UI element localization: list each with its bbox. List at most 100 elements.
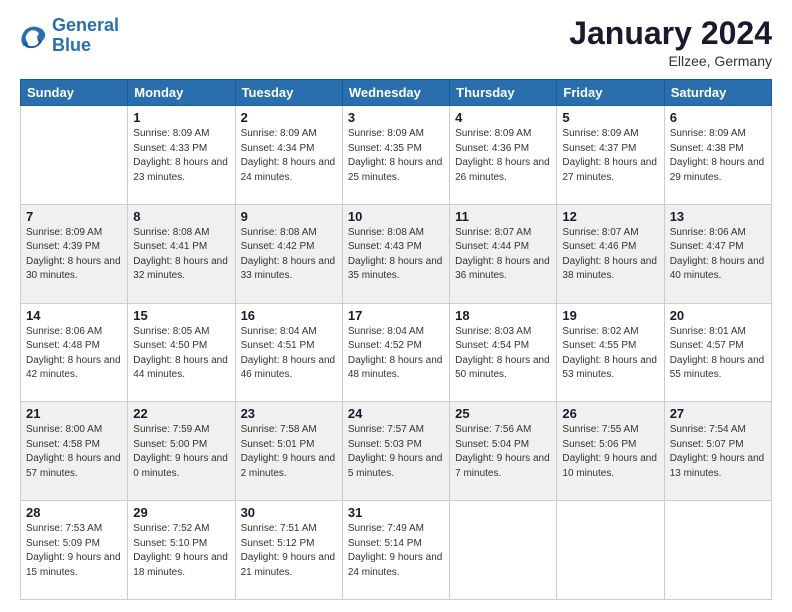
logo: General Blue [20,16,119,56]
table-cell: 20 Sunrise: 8:01 AM Sunset: 4:57 PM Dayli… [664,303,771,402]
cell-info: Sunrise: 8:09 AM Sunset: 4:36 PM Dayligh… [455,127,551,185]
col-monday: Monday [128,80,235,106]
cell-date: 15 [133,308,229,323]
cell-info: Sunrise: 7:57 AM Sunset: 5:03 PM Dayligh… [348,423,444,481]
cell-date: 9 [241,209,337,224]
cell-info: Sunrise: 7:59 AM Sunset: 5:00 PM Dayligh… [133,423,229,481]
col-friday: Friday [557,80,664,106]
cell-info: Sunrise: 8:03 AM Sunset: 4:54 PM Dayligh… [455,325,551,383]
table-cell: 11 Sunrise: 8:07 AM Sunset: 4:44 PM Dayli… [450,204,557,303]
logo-icon [20,22,48,50]
col-saturday: Saturday [664,80,771,106]
cell-date: 6 [670,110,766,125]
table-cell [450,501,557,600]
cell-date: 17 [348,308,444,323]
cell-date: 24 [348,406,444,421]
cell-date: 10 [348,209,444,224]
cell-date: 29 [133,505,229,520]
table-cell: 7 Sunrise: 8:09 AM Sunset: 4:39 PM Daylig… [21,204,128,303]
table-cell: 29Sunrise: 7:52 AM Sunset: 5:10 PM Dayli… [128,501,235,600]
table-cell: 22 Sunrise: 7:59 AM Sunset: 5:00 PM Dayli… [128,402,235,501]
cell-info: Sunrise: 8:09 AM Sunset: 4:39 PM Dayligh… [26,226,122,284]
cell-info: Sunrise: 8:07 AM Sunset: 4:44 PM Dayligh… [455,226,551,284]
cell-date: 28 [26,505,122,520]
cell-info: Sunrise: 8:09 AM Sunset: 4:38 PM Dayligh… [670,127,766,185]
cell-info: Sunrise: 8:09 AM Sunset: 4:37 PM Dayligh… [562,127,658,185]
table-cell: 17 Sunrise: 8:04 AM Sunset: 4:52 PM Dayli… [342,303,449,402]
table-cell: 30Sunrise: 7:51 AM Sunset: 5:12 PM Dayli… [235,501,342,600]
cell-info: Sunrise: 7:54 AM Sunset: 5:07 PM Dayligh… [670,423,766,481]
header: General Blue January 2024 Ellzee, German… [20,16,772,69]
cell-date: 8 [133,209,229,224]
cell-date: 21 [26,406,122,421]
cell-date: 26 [562,406,658,421]
table-cell: 6 Sunrise: 8:09 AM Sunset: 4:38 PM Daylig… [664,106,771,205]
cell-info: Sunrise: 8:02 AM Sunset: 4:55 PM Dayligh… [562,325,658,383]
cell-date: 22 [133,406,229,421]
table-cell: 3Sunrise: 8:09 AM Sunset: 4:35 PM Daylig… [342,106,449,205]
cell-date: 18 [455,308,551,323]
table-cell: 28 Sunrise: 7:53 AM Sunset: 5:09 PM Dayli… [21,501,128,600]
cell-info: Sunrise: 8:04 AM Sunset: 4:51 PM Dayligh… [241,325,337,383]
cell-info: Sunrise: 7:51 AM Sunset: 5:12 PM Dayligh… [241,522,337,580]
month-title: January 2024 [569,16,772,51]
table-cell: 13 Sunrise: 8:06 AM Sunset: 4:47 PM Dayli… [664,204,771,303]
table-cell: 12Sunrise: 8:07 AM Sunset: 4:46 PM Dayli… [557,204,664,303]
cell-date: 25 [455,406,551,421]
cell-date: 16 [241,308,337,323]
table-cell: 16 Sunrise: 8:04 AM Sunset: 4:51 PM Dayli… [235,303,342,402]
table-cell: 15 Sunrise: 8:05 AM Sunset: 4:50 PM Dayli… [128,303,235,402]
calendar-row: 7 Sunrise: 8:09 AM Sunset: 4:39 PM Daylig… [21,204,772,303]
table-cell: 19 Sunrise: 8:02 AM Sunset: 4:55 PM Dayli… [557,303,664,402]
cell-info: Sunrise: 8:09 AM Sunset: 4:34 PM Dayligh… [241,127,337,185]
logo-text: General Blue [52,16,119,56]
table-cell: 26Sunrise: 7:55 AM Sunset: 5:06 PM Dayli… [557,402,664,501]
table-cell: 4Sunrise: 8:09 AM Sunset: 4:36 PM Daylig… [450,106,557,205]
calendar-row: 1Sunrise: 8:09 AM Sunset: 4:33 PM Daylig… [21,106,772,205]
cell-info: Sunrise: 8:09 AM Sunset: 4:33 PM Dayligh… [133,127,229,185]
cell-info: Sunrise: 8:04 AM Sunset: 4:52 PM Dayligh… [348,325,444,383]
cell-date: 11 [455,209,551,224]
cell-date: 3 [348,110,444,125]
cell-info: Sunrise: 8:00 AM Sunset: 4:58 PM Dayligh… [26,423,122,481]
table-cell: 31Sunrise: 7:49 AM Sunset: 5:14 PM Dayli… [342,501,449,600]
cell-info: Sunrise: 8:05 AM Sunset: 4:50 PM Dayligh… [133,325,229,383]
calendar-row: 14 Sunrise: 8:06 AM Sunset: 4:48 PM Dayli… [21,303,772,402]
cell-info: Sunrise: 8:01 AM Sunset: 4:57 PM Dayligh… [670,325,766,383]
table-cell [557,501,664,600]
table-cell: 27 Sunrise: 7:54 AM Sunset: 5:07 PM Dayli… [664,402,771,501]
calendar-table: Sunday Monday Tuesday Wednesday Thursday… [20,79,772,600]
cell-date: 5 [562,110,658,125]
page: General Blue January 2024 Ellzee, German… [0,0,792,612]
table-cell: 2 Sunrise: 8:09 AM Sunset: 4:34 PM Daylig… [235,106,342,205]
table-cell: 24 Sunrise: 7:57 AM Sunset: 5:03 PM Dayli… [342,402,449,501]
cell-info: Sunrise: 8:08 AM Sunset: 4:43 PM Dayligh… [348,226,444,284]
cell-info: Sunrise: 8:06 AM Sunset: 4:48 PM Dayligh… [26,325,122,383]
table-cell: 1Sunrise: 8:09 AM Sunset: 4:33 PM Daylig… [128,106,235,205]
cell-date: 20 [670,308,766,323]
location: Ellzee, Germany [569,53,772,69]
header-row: Sunday Monday Tuesday Wednesday Thursday… [21,80,772,106]
cell-date: 13 [670,209,766,224]
table-cell: 8Sunrise: 8:08 AM Sunset: 4:41 PM Daylig… [128,204,235,303]
cell-info: Sunrise: 7:53 AM Sunset: 5:09 PM Dayligh… [26,522,122,580]
cell-date: 19 [562,308,658,323]
table-cell [21,106,128,205]
cell-info: Sunrise: 8:07 AM Sunset: 4:46 PM Dayligh… [562,226,658,284]
cell-date: 23 [241,406,337,421]
table-cell [664,501,771,600]
cell-date: 2 [241,110,337,125]
cell-date: 7 [26,209,122,224]
table-cell: 10 Sunrise: 8:08 AM Sunset: 4:43 PM Dayli… [342,204,449,303]
cell-info: Sunrise: 8:06 AM Sunset: 4:47 PM Dayligh… [670,226,766,284]
table-cell: 14 Sunrise: 8:06 AM Sunset: 4:48 PM Dayli… [21,303,128,402]
calendar-row: 28 Sunrise: 7:53 AM Sunset: 5:09 PM Dayli… [21,501,772,600]
cell-info: Sunrise: 8:08 AM Sunset: 4:42 PM Dayligh… [241,226,337,284]
cell-date: 14 [26,308,122,323]
cell-date: 27 [670,406,766,421]
table-cell: 25Sunrise: 7:56 AM Sunset: 5:04 PM Dayli… [450,402,557,501]
table-cell: 23 Sunrise: 7:58 AM Sunset: 5:01 PM Dayli… [235,402,342,501]
table-cell: 9 Sunrise: 8:08 AM Sunset: 4:42 PM Daylig… [235,204,342,303]
cell-info: Sunrise: 7:58 AM Sunset: 5:01 PM Dayligh… [241,423,337,481]
col-thursday: Thursday [450,80,557,106]
